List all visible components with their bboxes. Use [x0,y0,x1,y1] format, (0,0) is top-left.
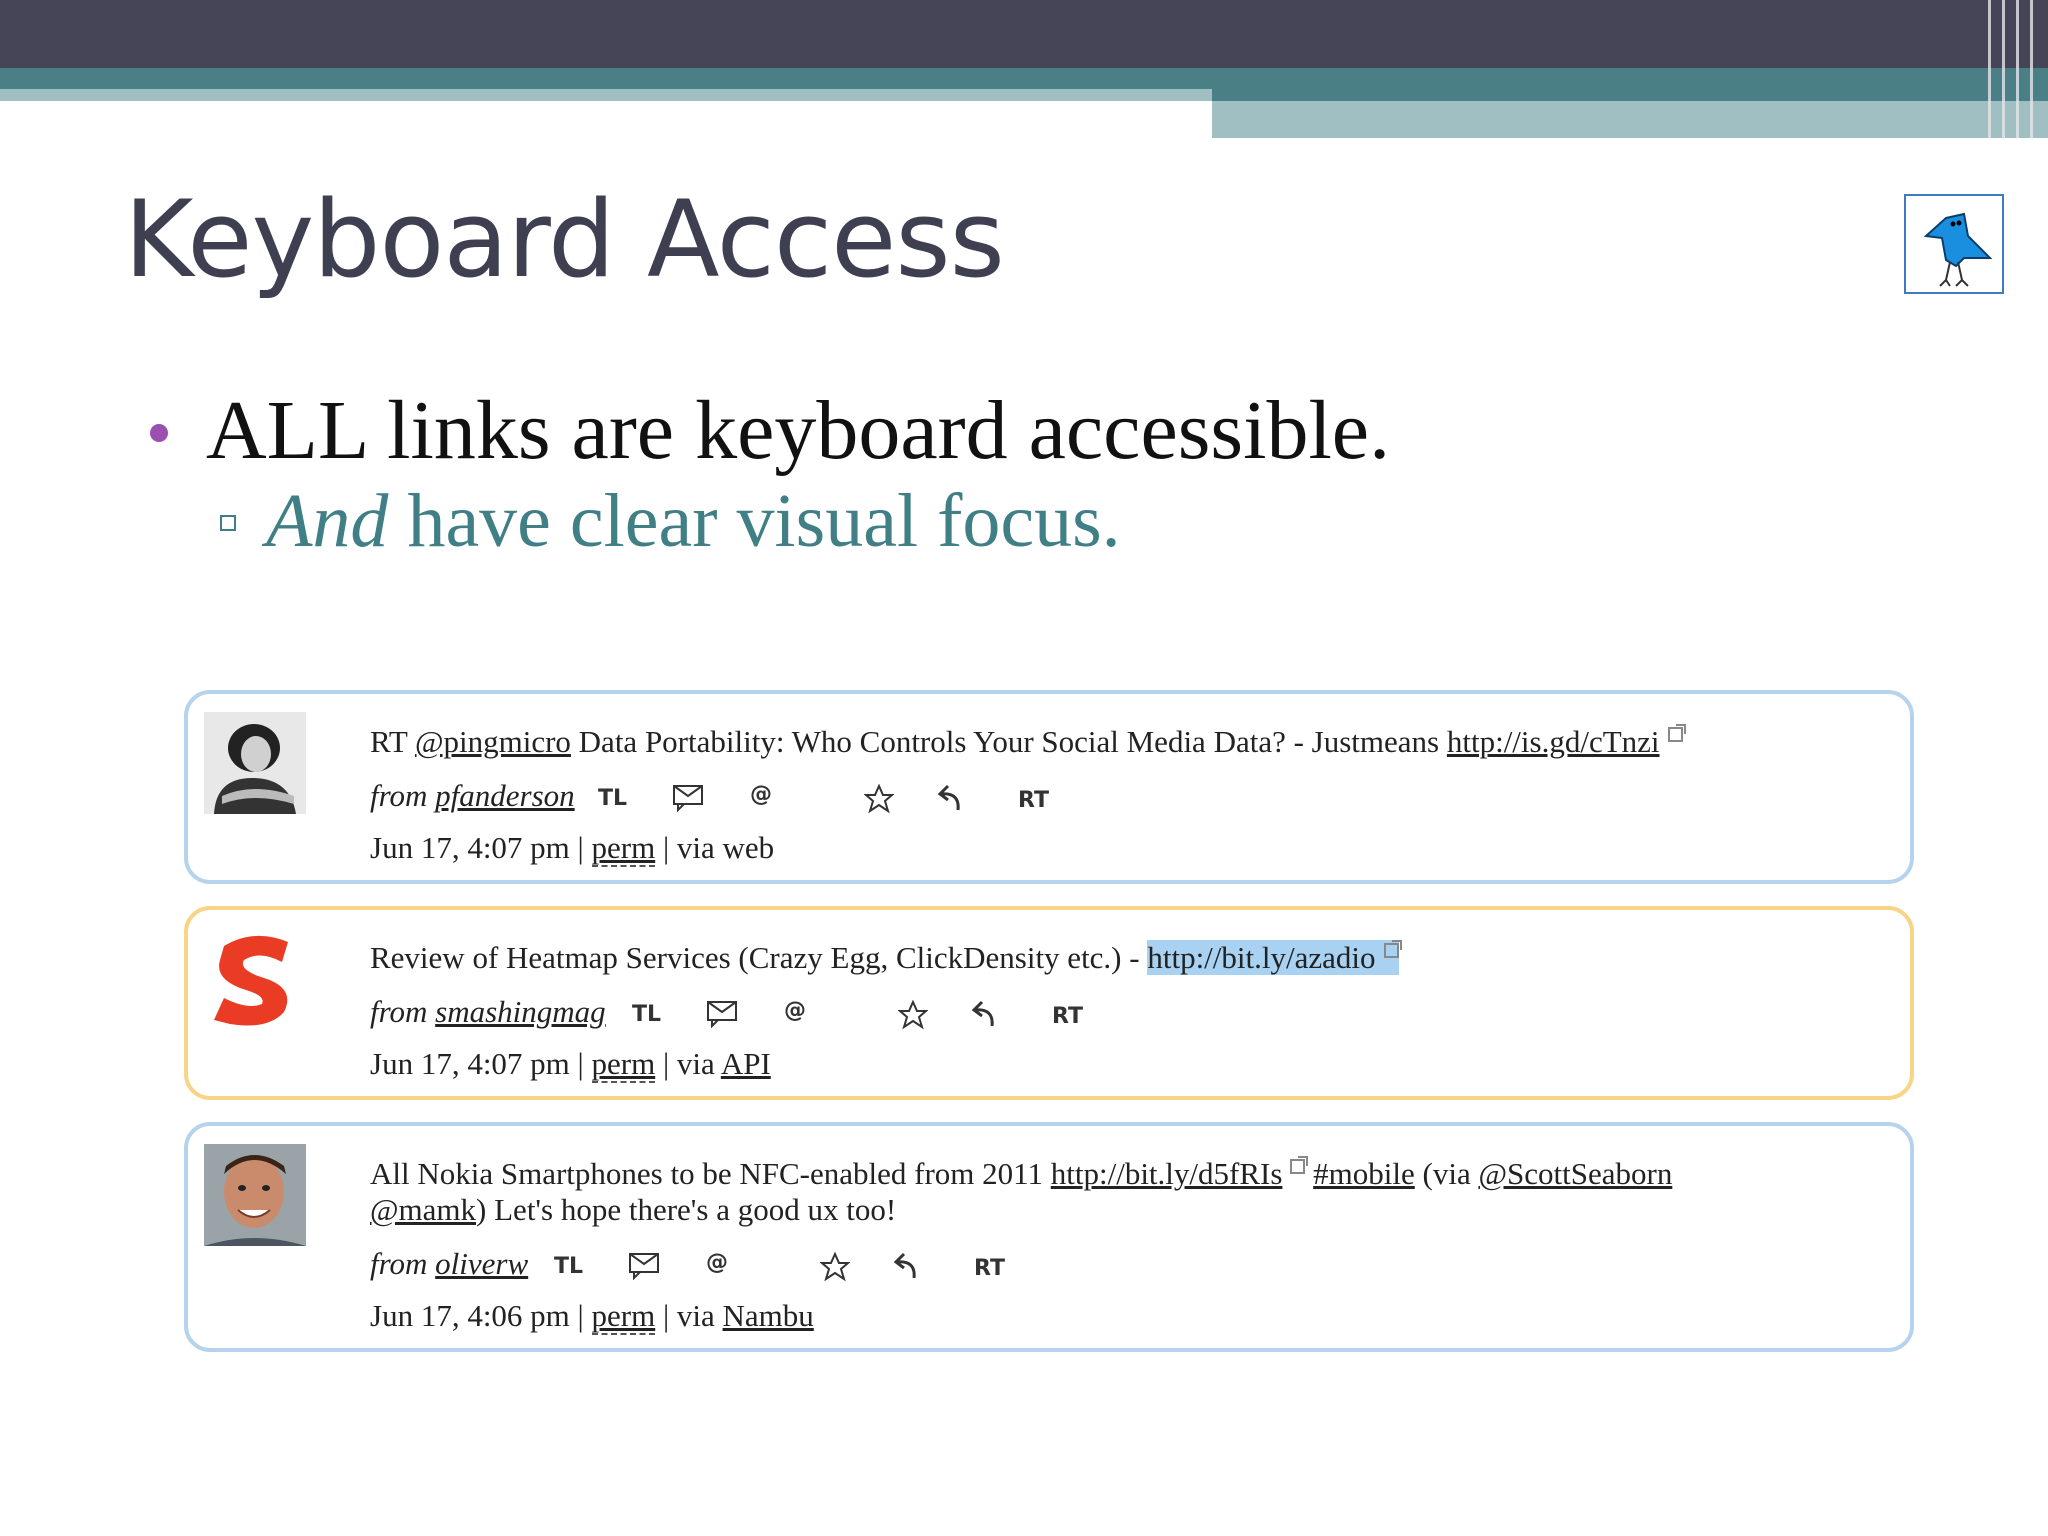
reply-arrow-icon[interactable] [892,1250,922,1282]
tweet-text: All Nokia Smartphones to be NFC-enabled … [370,1156,1672,1192]
tweet-text-prefix: RT [370,724,415,759]
from-label: from [370,778,428,813]
tweet-card: All Nokia Smartphones to be NFC-enabled … [184,1122,1914,1352]
avatar[interactable] [204,712,306,814]
timeline-button[interactable]: TL [598,786,627,811]
via-text: | via web [655,830,775,865]
tweet-card: RT @pingmicro Data Portability: Who Cont… [184,690,1914,884]
via-text: | via [655,1046,721,1081]
url-link[interactable]: http://is.gd/cTnzi [1447,724,1660,759]
permalink[interactable]: perm [591,1046,656,1083]
reply-at-button[interactable]: @ [706,1250,728,1275]
focused-link-highlight: http://bit.ly/azadio [1147,940,1402,975]
user-link[interactable]: smashingmag [435,994,606,1029]
via-paren-text: (via [1414,1156,1479,1191]
mention-link[interactable]: @pingmicro [415,724,571,759]
retweet-button[interactable]: RT [974,1256,1005,1281]
header-bar-dark [0,0,2048,68]
star-icon[interactable] [864,784,894,814]
via-link[interactable]: Nambu [723,1298,814,1333]
tweet-meta: from smashingmag [370,994,606,1030]
permalink[interactable]: perm [591,830,656,867]
tweet-meta: from oliverw [370,1246,528,1282]
bullet-main: ALL links are keyboard accessible. [150,382,1390,479]
tweet-date-text: Jun 17, 4:07 pm | [370,830,592,865]
tweet-text-body: Review of Heatmap Services (Crazy Egg, C… [370,940,1148,975]
bullet-dot-icon [150,423,168,442]
timeline-button[interactable]: TL [554,1254,583,1279]
header-bar-light-right [1212,101,2048,138]
tweet-meta: from pfanderson [370,778,575,814]
header-bar-light [0,89,1212,101]
url-link[interactable]: http://bit.ly/d5fRIs [1051,1156,1283,1191]
bullet-sub: And have clear visual focus. [220,478,1121,565]
reply-arrow-icon[interactable] [936,782,966,814]
avatar[interactable] [204,928,306,1030]
tweet-text-body: All Nokia Smartphones to be NFC-enabled … [370,1156,1051,1191]
bullet-main-text: ALL links are keyboard accessible. [206,384,1391,477]
decorative-stripes [1978,0,2048,138]
reply-arrow-icon[interactable] [970,998,1000,1030]
hashtag-link[interactable]: #mobile [1313,1156,1415,1191]
bullet-sub-text: have clear visual focus. [388,479,1121,563]
mention-link[interactable]: @mamk [370,1192,476,1227]
tweet-date: Jun 17, 4:06 pm | perm | via Nambu [370,1298,814,1335]
retweet-button[interactable]: RT [1018,788,1049,813]
permalink[interactable]: perm [591,1298,656,1335]
mention-link[interactable]: @ScottSeaborn [1478,1156,1672,1191]
tweet-text-body: Data Portability: Who Controls Your Soci… [570,724,1447,759]
from-label: from [370,1246,428,1281]
external-link-icon [1290,1156,1309,1174]
tweet-text-body: ) Let's hope there's a good ux too! [476,1192,897,1227]
reply-at-button[interactable]: @ [784,998,806,1023]
retweet-button[interactable]: RT [1052,1004,1083,1029]
tweet-text: Review of Heatmap Services (Crazy Egg, C… [370,940,1402,976]
dm-icon[interactable] [672,782,704,812]
via-link[interactable]: API [721,1046,771,1081]
bullet-sub-em: And [266,479,389,563]
tweet-date-text: Jun 17, 4:07 pm | [370,1046,592,1081]
reply-at-button[interactable]: @ [750,782,772,807]
square-bullet-icon [220,514,236,531]
dm-icon[interactable] [706,998,738,1028]
user-link[interactable]: oliverw [435,1246,528,1281]
user-link[interactable]: pfanderson [435,778,575,813]
tweet-date-text: Jun 17, 4:06 pm | [370,1298,592,1333]
star-icon[interactable] [820,1252,850,1282]
tweet-date: Jun 17, 4:07 pm | perm | via API [370,1046,771,1083]
slide-title: Keyboard Access [124,178,1005,301]
avatar[interactable] [204,1144,306,1246]
url-link[interactable]: http://bit.ly/azadio [1147,940,1375,975]
bird-logo-icon [1904,194,2004,294]
tweet-text: RT @pingmicro Data Portability: Who Cont… [370,724,1686,760]
tweet-card: Review of Heatmap Services (Crazy Egg, C… [184,906,1914,1100]
star-icon[interactable] [898,1000,928,1030]
dm-icon[interactable] [628,1250,660,1280]
via-text: | via [655,1298,723,1333]
tweet-text-line2: @mamk) Let's hope there's a good ux too! [370,1192,896,1228]
from-label: from [370,994,428,1029]
tweet-date: Jun 17, 4:07 pm | perm | via web [370,830,775,867]
external-link-icon [1667,724,1686,742]
external-link-icon [1383,940,1402,958]
timeline-button[interactable]: TL [632,1002,661,1027]
